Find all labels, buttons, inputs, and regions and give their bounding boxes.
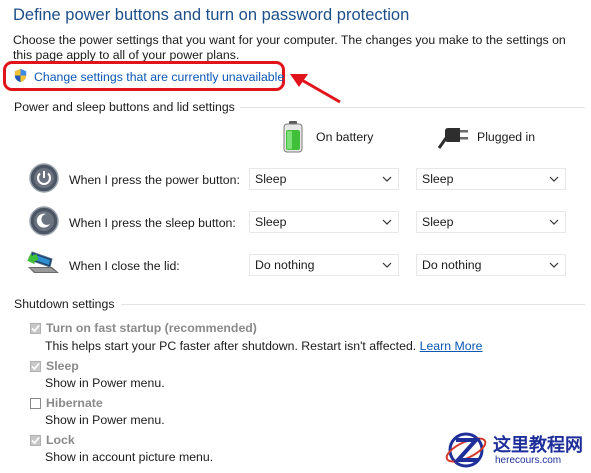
power-button-battery-select[interactable]: Sleep	[249, 168, 399, 190]
select-value: Sleep	[422, 172, 454, 186]
laptop-lid-icon	[26, 249, 62, 284]
lock-label: Lock	[46, 433, 75, 447]
chevron-down-icon	[543, 212, 565, 232]
lock-desc: Show in account picture menu.	[45, 450, 214, 464]
watermark-logo-icon	[444, 428, 490, 473]
chevron-down-icon	[376, 212, 398, 232]
battery-icon	[283, 121, 303, 158]
select-value: Do nothing	[422, 258, 482, 272]
close-lid-plugged-select[interactable]: Do nothing	[416, 254, 566, 276]
hibernate-option[interactable]: Hibernate	[30, 396, 103, 410]
watermark-text: 这里教程网	[493, 435, 583, 456]
hibernate-label: Hibernate	[46, 396, 103, 410]
shutdown-section-heading: Shutdown settings	[14, 297, 115, 311]
sleep-checkbox[interactable]	[30, 360, 41, 372]
sleep-option[interactable]: Sleep	[30, 359, 79, 373]
sleep-button-battery-select[interactable]: Sleep	[249, 211, 399, 233]
select-value: Do nothing	[255, 258, 315, 272]
power-button-plugged-select[interactable]: Sleep	[416, 168, 566, 190]
sleep-label: Sleep	[46, 359, 79, 373]
watermark-url: herecours.com	[495, 455, 562, 466]
fast-startup-desc: This helps start your PC faster after sh…	[45, 339, 483, 353]
on-battery-header: On battery	[316, 130, 374, 144]
plugged-in-header: Plugged in	[477, 130, 536, 144]
select-value: Sleep	[255, 215, 287, 229]
sleep-button-label: When I press the sleep button:	[69, 216, 236, 230]
learn-more-link[interactable]: Learn More	[420, 339, 483, 353]
chevron-down-icon	[376, 169, 398, 189]
section-divider	[121, 304, 585, 305]
power-button-label: When I press the power button:	[69, 173, 240, 187]
hibernate-checkbox[interactable]	[30, 397, 41, 409]
power-button-icon	[29, 163, 59, 198]
hibernate-desc: Show in Power menu.	[45, 413, 165, 427]
lock-option[interactable]: Lock	[30, 433, 75, 447]
page-intro: Choose the power settings that you want …	[13, 33, 566, 62]
fast-startup-checkbox[interactable]	[30, 322, 41, 334]
uac-shield-icon	[13, 68, 28, 86]
power-plug-icon	[437, 126, 472, 155]
close-lid-battery-select[interactable]: Do nothing	[249, 254, 399, 276]
chevron-down-icon	[543, 169, 565, 189]
annotation-arrow-icon	[290, 74, 341, 104]
lock-checkbox[interactable]	[30, 434, 41, 446]
close-lid-label: When I close the lid:	[69, 259, 180, 273]
page-title: Define power buttons and turn on passwor…	[13, 6, 410, 24]
chevron-down-icon	[376, 255, 398, 275]
select-value: Sleep	[422, 215, 454, 229]
fast-startup-option[interactable]: Turn on fast startup (recommended)	[30, 321, 257, 335]
change-settings-label: Change settings that are currently unava…	[34, 70, 285, 84]
sleep-desc: Show in Power menu.	[45, 376, 165, 390]
section-divider	[240, 107, 585, 108]
change-settings-link[interactable]: Change settings that are currently unava…	[13, 68, 284, 86]
fast-startup-label: Turn on fast startup (recommended)	[46, 321, 257, 335]
chevron-down-icon	[543, 255, 565, 275]
sleep-button-icon	[29, 206, 59, 241]
buttons-section-heading: Power and sleep buttons and lid settings	[14, 100, 235, 114]
sleep-button-plugged-select[interactable]: Sleep	[416, 211, 566, 233]
fast-startup-desc-text: This helps start your PC faster after sh…	[45, 339, 417, 353]
select-value: Sleep	[255, 172, 287, 186]
